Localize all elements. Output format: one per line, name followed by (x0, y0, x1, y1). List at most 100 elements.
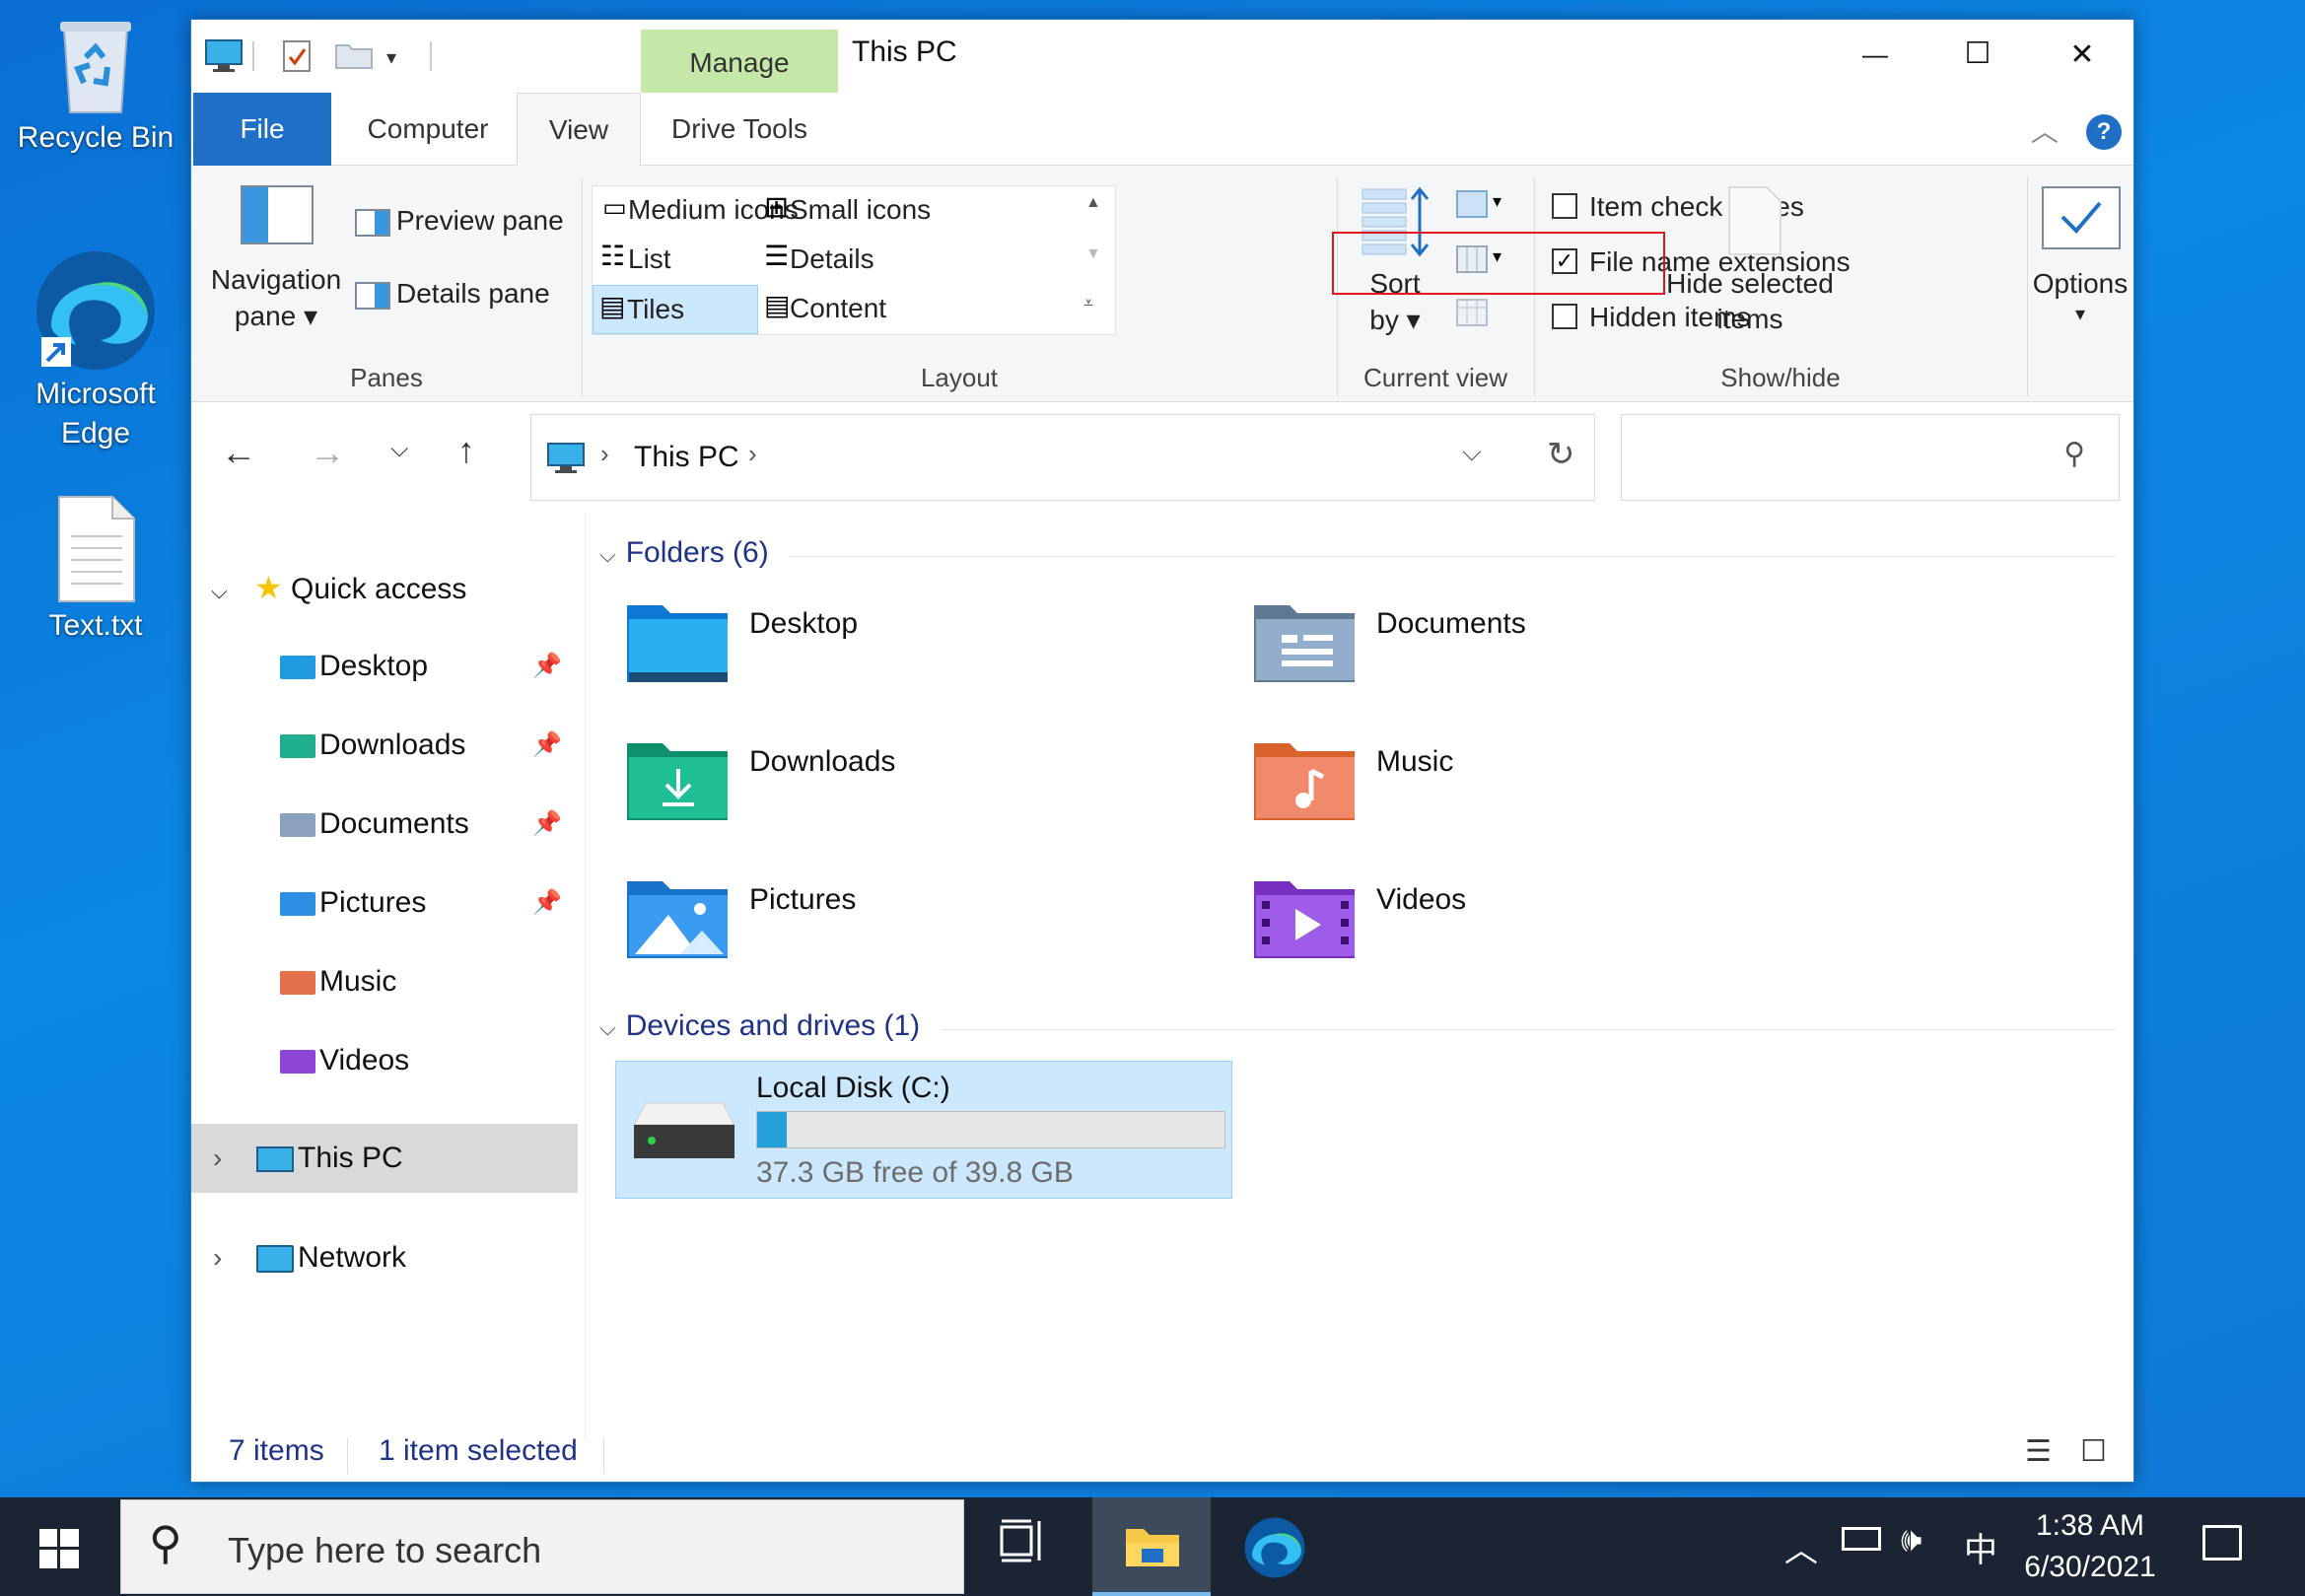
group-by-button[interactable]: ▾ (1455, 189, 1514, 225)
folder-tile-pictures[interactable]: Pictures (625, 875, 1217, 984)
taskbar-edge[interactable] (1222, 1497, 1331, 1596)
hide-selected-items-button[interactable]: Hide selected items (1656, 185, 1844, 353)
address-dropdown-icon[interactable]: ⌵ (1462, 437, 1482, 468)
desktop-folder-icon (627, 605, 728, 682)
item-check-boxes-checkbox[interactable] (1552, 193, 1577, 219)
large-icons-view-icon[interactable]: ☐ (2080, 1434, 2107, 1469)
network-icon (256, 1245, 294, 1274)
quick-access-label: Quick access (291, 573, 467, 605)
input-method-indicator[interactable]: 中 (1964, 1523, 1997, 1571)
clock-time: 1:38 AM (2035, 1509, 2145, 1542)
folder-tile-music[interactable]: Music (1252, 737, 1844, 846)
show-hidden-icons-chevron-icon[interactable]: ︿ (1784, 1523, 1818, 1571)
nav-item-videos[interactable]: Videos (280, 1029, 576, 1092)
search-box[interactable]: ⚲ (1621, 414, 2120, 501)
details-view-icon[interactable]: ☰ (2025, 1434, 2052, 1469)
search-input[interactable] (1632, 435, 2046, 480)
breadcrumb-chevron-icon[interactable]: › (748, 439, 757, 469)
file-explorer-window: ▾ Manage This PC — ☐ ✕ File Computer Vie… (190, 19, 2134, 1483)
recent-locations-dropdown[interactable]: ⌵ (390, 436, 408, 463)
nav-item-pictures[interactable]: Pictures 📌 (280, 871, 576, 935)
tab-drive-tools[interactable]: Drive Tools (641, 93, 838, 166)
action-center-icon[interactable] (2202, 1525, 2242, 1561)
status-selection: 1 item selected (379, 1434, 578, 1467)
address-bar[interactable]: › This PC › ⌵ ↻ (530, 414, 1595, 501)
quick-access-toolbar-dropdown[interactable]: ▾ (386, 45, 396, 70)
folders-section-header[interactable]: ⌵ Folders (6) (599, 536, 769, 570)
folder-tile-desktop[interactable]: Desktop (625, 599, 1217, 708)
start-button[interactable] (0, 1497, 118, 1596)
folder-tile-documents[interactable]: Documents (1252, 599, 1844, 708)
nav-item-music[interactable]: Music (280, 950, 576, 1013)
tab-file[interactable]: File (193, 93, 331, 166)
pin-icon[interactable]: 📌 (532, 714, 562, 777)
back-button[interactable]: ← (221, 432, 256, 473)
maximize-button[interactable]: ☐ (1926, 20, 2029, 93)
pictures-folder-icon (627, 881, 728, 958)
clock[interactable]: 1:38 AM 6/30/2021 (2011, 1505, 2169, 1590)
preview-pane-button[interactable]: Preview pane (355, 205, 572, 244)
desktop-icon-edge[interactable]: Microsoft Edge (17, 246, 175, 453)
properties-icon[interactable] (282, 37, 312, 73)
breadcrumb-this-pc[interactable]: This PC (634, 441, 739, 474)
task-view-button[interactable] (986, 1519, 1061, 1578)
this-pc-label: This PC (298, 1142, 403, 1174)
pin-icon[interactable]: 📌 (532, 793, 562, 856)
collapse-chevron-icon[interactable]: ⌵ (211, 560, 254, 623)
details-pane-button[interactable]: Details pane (355, 278, 572, 317)
tab-computer[interactable]: Computer (339, 93, 517, 166)
expand-chevron-icon[interactable]: › (213, 1226, 256, 1289)
folder-tile-downloads[interactable]: Downloads (625, 737, 1217, 846)
devices-section-header[interactable]: ⌵ Devices and drives (1) (599, 1009, 920, 1043)
volume-icon[interactable]: 🕪 (1901, 1521, 1921, 1560)
minimize-button[interactable]: — (1824, 20, 1926, 93)
pin-icon[interactable]: 📌 (532, 635, 562, 698)
desktop-icon-text-file[interactable]: Text.txt (17, 493, 175, 646)
up-button[interactable]: ↑ (457, 430, 475, 471)
forward-button[interactable]: → (310, 432, 345, 473)
computer-icon[interactable] (205, 39, 243, 73)
layout-details[interactable]: ☰ Details (760, 238, 924, 283)
taskbar-search-box[interactable]: ⚲ Type here to search (120, 1499, 964, 1594)
drive-tile-local-disk-c[interactable]: Local Disk (C:) 37.3 GB free of 39.8 GB (615, 1061, 1232, 1199)
desktop-icon-recycle-bin[interactable]: Recycle Bin (17, 10, 175, 158)
nav-item-desktop[interactable]: Desktop 📌 (280, 635, 576, 698)
battery-icon[interactable] (1842, 1527, 1881, 1551)
search-icon[interactable]: ⚲ (2063, 437, 2085, 471)
hard-drive-icon (633, 1102, 735, 1158)
help-icon[interactable]: ? (2086, 114, 2122, 150)
layout-scroll-up[interactable]: ▲ (1085, 194, 1101, 212)
layout-content[interactable]: ▤ Content (760, 285, 924, 330)
layout-small-icons[interactable]: ⊞ Small icons (760, 188, 931, 234)
breadcrumb-separator-icon[interactable]: › (600, 439, 609, 469)
nav-item-downloads[interactable]: Downloads 📌 (280, 714, 576, 777)
nav-item-this-pc[interactable]: › This PC (191, 1124, 578, 1193)
documents-folder-icon (280, 813, 315, 838)
expand-chevron-icon[interactable]: › (213, 1124, 256, 1193)
size-columns-button[interactable] (1455, 298, 1495, 333)
layout-medium-icons[interactable]: ▭ Medium icons (594, 188, 799, 234)
collapse-ribbon-icon[interactable]: ︿ (2031, 110, 2059, 150)
tab-view[interactable]: View (517, 93, 641, 167)
folder-tile-videos[interactable]: Videos (1252, 875, 1844, 984)
layout-tiles[interactable]: ▤ Tiles (593, 285, 758, 334)
layout-scroll-down[interactable]: ▼ (1085, 245, 1101, 263)
navigation-pane-button[interactable]: Navigation pane ▾ (209, 175, 343, 343)
new-folder-icon[interactable] (335, 41, 373, 69)
videos-folder-icon (1254, 881, 1355, 958)
options-button[interactable]: Options ▾ (2031, 185, 2130, 353)
pin-icon[interactable]: 📌 (532, 871, 562, 935)
panes-group-label: Panes (350, 363, 423, 392)
group-by-icon (1456, 190, 1488, 218)
layout-list[interactable]: ☷ List (594, 238, 756, 283)
taskbar-file-explorer[interactable] (1092, 1497, 1211, 1596)
nav-item-documents[interactable]: Documents 📌 (280, 793, 576, 856)
nav-quick-access[interactable]: ⌵ ★ Quick access (211, 556, 576, 619)
close-button[interactable]: ✕ (2031, 20, 2133, 93)
nav-item-network[interactable]: › Network (213, 1226, 578, 1289)
layout-more[interactable]: ⩡ (1083, 293, 1093, 313)
title-bar[interactable]: ▾ Manage This PC — ☐ ✕ (191, 20, 2133, 93)
manage-context-tab[interactable]: Manage (641, 30, 838, 93)
refresh-icon[interactable]: ↻ (1547, 435, 1575, 474)
hidden-items-checkbox[interactable] (1552, 304, 1577, 329)
